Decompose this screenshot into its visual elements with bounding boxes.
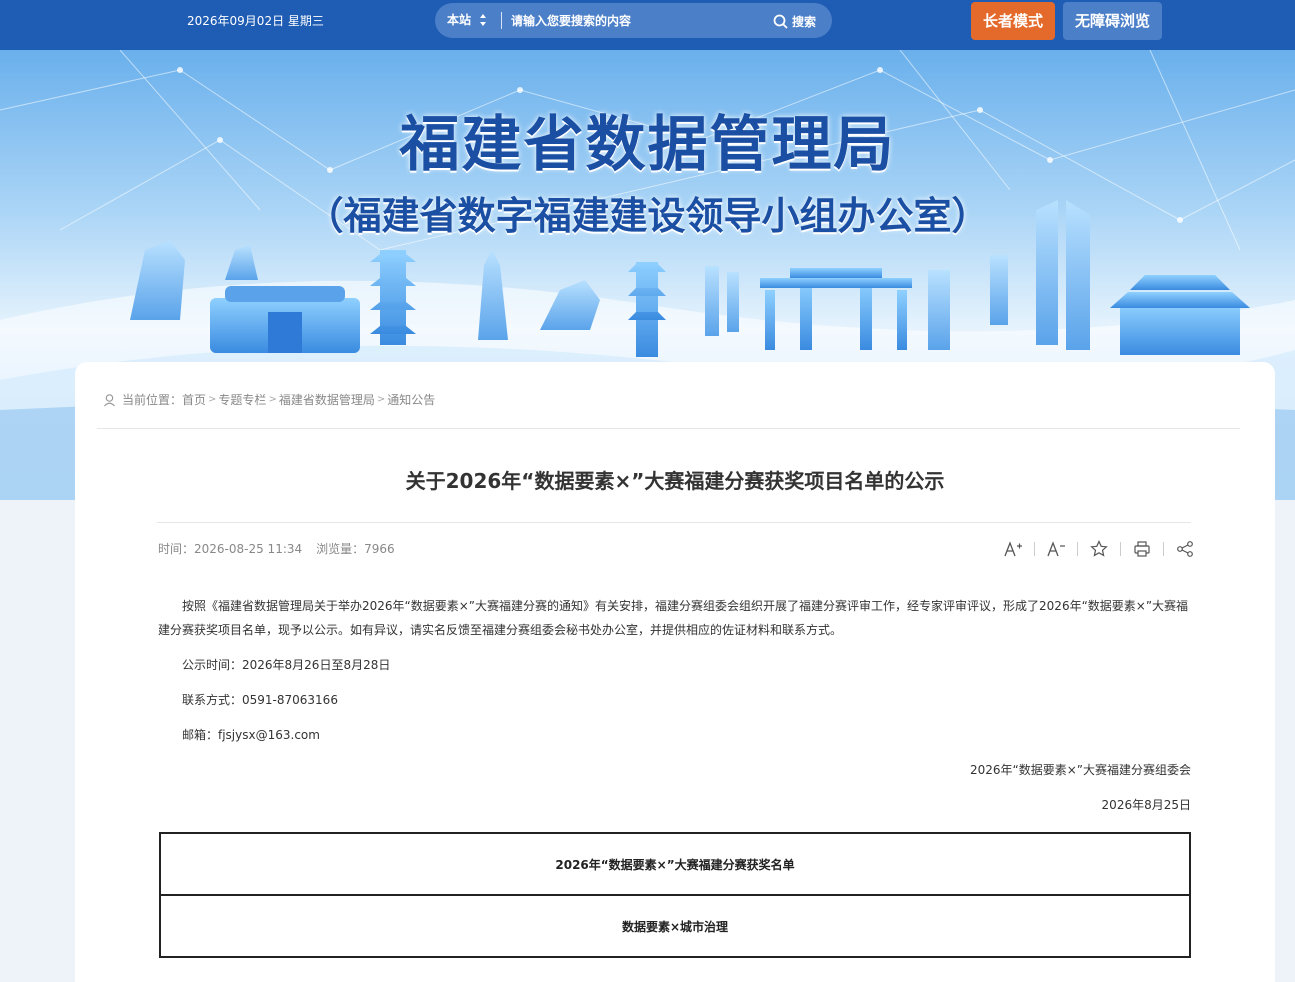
- breadcrumb-home[interactable]: 首页: [182, 392, 206, 408]
- sort-arrows-icon: [480, 14, 486, 26]
- star-icon[interactable]: [1086, 538, 1112, 560]
- award-table: 2026年“数据要素×”大赛福建分赛获奖名单 数据要素×城市治理: [159, 832, 1191, 958]
- contact-info: 联系方式：0591-87063166: [182, 693, 338, 707]
- share-icon[interactable]: [1172, 538, 1198, 560]
- table-section-row: 数据要素×城市治理: [161, 896, 1189, 958]
- notice-period: 公示时间：2026年8月26日至8月28日: [182, 658, 391, 672]
- breadcrumb: 当前位置： 首页 > 专题专栏 > 福建省数据管理局 > 通知公告: [103, 392, 435, 408]
- toolbar-separator: [1120, 542, 1121, 556]
- breadcrumb-separator: >: [376, 394, 386, 405]
- top-bar: 2026年09月02日 星期三 本站 搜索 长者模式 无障碍浏览: [0, 0, 1295, 50]
- breadcrumb-label: 当前位置：: [122, 393, 183, 407]
- breadcrumb-separator: >: [268, 394, 277, 405]
- breadcrumb-notices[interactable]: 通知公告: [387, 392, 435, 408]
- banner-title: 福建省数据管理局: [399, 110, 896, 180]
- breadcrumb-bureau[interactable]: 福建省数据管理局: [279, 392, 375, 408]
- table-heading: 2026年“数据要素×”大赛福建分赛获奖名单: [161, 834, 1189, 896]
- title-divider: [157, 522, 1191, 523]
- breadcrumb-separator: >: [208, 394, 217, 405]
- accessibility-button[interactable]: 无障碍浏览: [1063, 2, 1162, 40]
- email-info: 邮箱：fjsjysx@163.com: [182, 728, 320, 742]
- font-increase-icon[interactable]: [1000, 538, 1026, 560]
- search-scope-select[interactable]: 本站: [447, 12, 471, 29]
- search-divider: [501, 12, 502, 29]
- toolbar-separator: [1077, 542, 1078, 556]
- view-count: 浏览量：7966: [316, 542, 395, 556]
- search-button[interactable]: 搜索: [773, 10, 816, 32]
- issuer-signature: 2026年“数据要素×”大赛福建分赛组委会: [969, 763, 1191, 777]
- toolbar-separator: [1034, 542, 1035, 556]
- font-decrease-icon[interactable]: [1043, 538, 1069, 560]
- location-pin-icon: [104, 394, 115, 407]
- breadcrumb-topics[interactable]: 专题专栏: [218, 392, 266, 408]
- banner-subtitle: （福建省数字福建建设领导小组办公室）: [305, 193, 990, 238]
- article-paragraph: 按照《福建省数据管理局关于举办2026年“数据要素×”大赛福建分赛的通知》有关安…: [158, 599, 1189, 637]
- search-icon: [773, 14, 788, 29]
- article-toolbar: [1000, 538, 1198, 560]
- article-body: 按照《福建省数据管理局关于举办2026年“数据要素×”大赛福建分赛的通知》有关安…: [158, 594, 1191, 817]
- current-date: 2026年09月02日 星期三: [187, 14, 324, 28]
- publish-time: 时间：2026-08-25 11:34: [158, 542, 303, 556]
- toolbar-separator: [1163, 542, 1164, 556]
- print-icon[interactable]: [1129, 538, 1155, 560]
- content-card: 当前位置： 首页 > 专题专栏 > 福建省数据管理局 > 通知公告 关于2026…: [75, 362, 1275, 982]
- search-input[interactable]: [511, 9, 751, 32]
- issue-date: 2026年8月25日: [1101, 798, 1191, 812]
- search-button-label: 搜索: [792, 14, 817, 29]
- article-meta: 时间：2026-08-25 11:34 浏览量：7966: [158, 541, 395, 557]
- breadcrumb-divider: [97, 428, 1240, 429]
- search-bar: 本站 搜索: [435, 3, 832, 38]
- article-title: 关于2026年“数据要素×”大赛福建分赛获奖项目名单的公示: [405, 469, 945, 493]
- elder-mode-button[interactable]: 长者模式: [971, 2, 1055, 40]
